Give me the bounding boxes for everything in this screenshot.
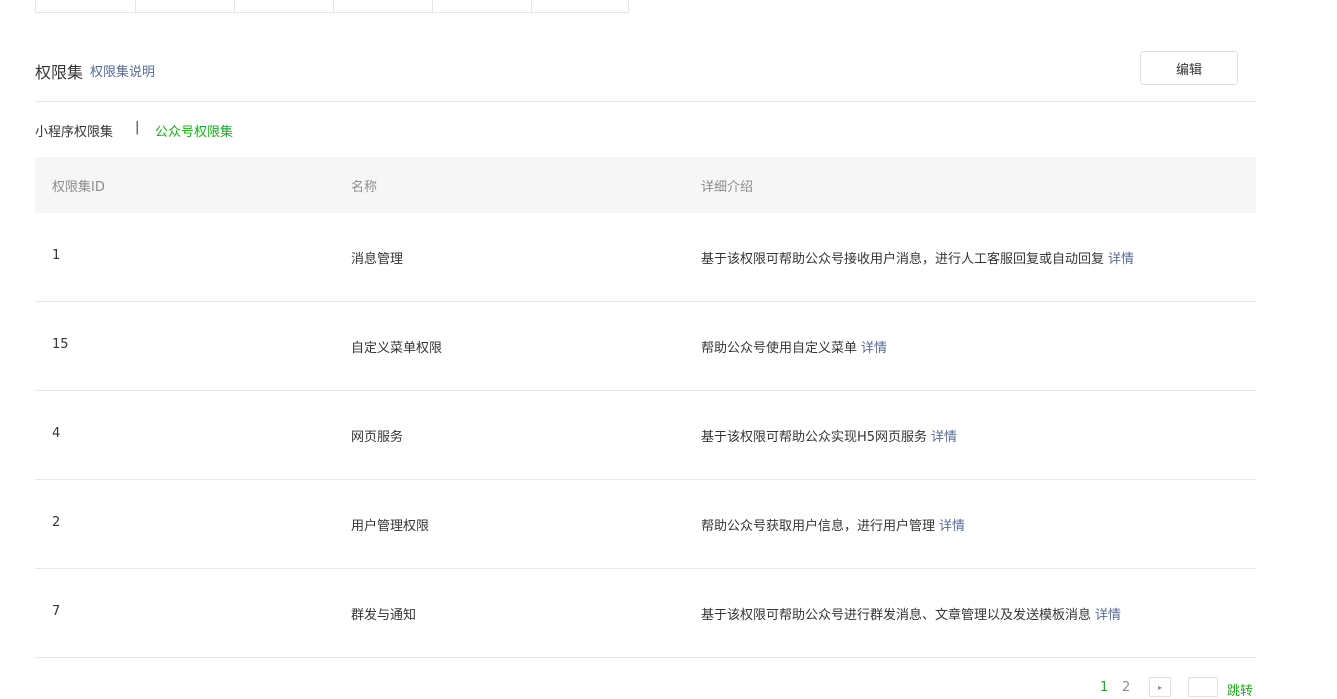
detail-link[interactable]: 详情 <box>1108 252 1134 267</box>
row-description: 帮助公众号获取用户信息，进行用户管理 详情 <box>701 515 965 534</box>
tab-separator: | <box>135 120 140 135</box>
row-description: 基于该权限可帮助公众号接收用户消息，进行人工客服回复或自动回复 详情 <box>701 248 1134 267</box>
table-row: 7 群发与通知 基于该权限可帮助公众号进行群发消息、文章管理以及发送模板消息 详情 <box>35 569 1256 658</box>
row-name: 群发与通知 <box>351 608 417 623</box>
row-id: 7 <box>52 604 61 619</box>
row-description-text: 基于该权限可帮助公众号进行群发消息、文章管理以及发送模板消息 <box>701 608 1092 623</box>
jump-button[interactable]: 跳转 <box>1227 680 1253 699</box>
row-name: 网页服务 <box>351 430 404 445</box>
next-page-button[interactable]: ▸ <box>1149 677 1171 697</box>
row-description-text: 基于该权限可帮助公众号接收用户消息，进行人工客服回复或自动回复 <box>701 252 1105 267</box>
table-row: 2 用户管理权限 帮助公众号获取用户信息，进行用户管理 详情 <box>35 480 1256 569</box>
chevron-right-icon: ▸ <box>1157 683 1162 692</box>
edit-button[interactable]: 编辑 <box>1140 51 1238 85</box>
table-column-divider <box>432 0 433 12</box>
row-id: 1 <box>52 248 61 263</box>
table-row: 1 消息管理 基于该权限可帮助公众号接收用户消息，进行人工客服回复或自动回复 详情 <box>35 213 1256 302</box>
row-name: 消息管理 <box>351 252 404 267</box>
table-row: 15 自定义菜单权限 帮助公众号使用自定义菜单 详情 <box>35 302 1256 391</box>
row-description: 基于该权限可帮助公众实现H5网页服务 详情 <box>701 426 957 445</box>
row-description-text: 基于该权限可帮助公众实现H5网页服务 <box>701 430 928 445</box>
row-id: 15 <box>52 337 69 352</box>
table-column-divider <box>234 0 235 12</box>
row-name: 用户管理权限 <box>351 519 430 534</box>
row-description-text: 帮助公众号获取用户信息，进行用户管理 <box>701 519 936 534</box>
detail-link[interactable]: 详情 <box>861 341 887 356</box>
permission-table: 权限集ID 名称 详细介绍 1 消息管理 基于该权限可帮助公众号接收用户消息，进… <box>35 157 1256 658</box>
previous-table-bottom <box>35 0 629 13</box>
row-description-text: 帮助公众号使用自定义菜单 <box>701 341 858 356</box>
detail-link[interactable]: 详情 <box>1095 608 1121 623</box>
detail-link[interactable]: 详情 <box>931 430 957 445</box>
row-id: 4 <box>52 426 61 441</box>
row-description: 帮助公众号使用自定义菜单 详情 <box>701 337 887 356</box>
header-id: 权限集ID <box>52 180 105 195</box>
row-id: 2 <box>52 515 61 530</box>
table-column-divider <box>531 0 532 12</box>
permission-section-header: 权限集 权限集说明 编辑 <box>35 50 1256 102</box>
table-row: 4 网页服务 基于该权限可帮助公众实现H5网页服务 详情 <box>35 391 1256 480</box>
page-2-link[interactable]: 2 <box>1122 680 1130 695</box>
section-title: 权限集 <box>35 63 84 82</box>
detail-link[interactable]: 详情 <box>939 519 965 534</box>
page-jump-input[interactable] <box>1188 677 1218 697</box>
header-name: 名称 <box>351 180 378 195</box>
table-column-divider <box>333 0 334 12</box>
page-1-link[interactable]: 1 <box>1100 680 1108 695</box>
tab-official-account-permissions[interactable]: 公众号权限集 <box>155 121 233 140</box>
row-name: 自定义菜单权限 <box>351 341 443 356</box>
header-description: 详细介绍 <box>701 180 754 195</box>
row-description: 基于该权限可帮助公众号进行群发消息、文章管理以及发送模板消息 详情 <box>701 604 1121 623</box>
tab-miniprogram-permissions[interactable]: 小程序权限集 <box>35 121 113 140</box>
table-header: 权限集ID 名称 详细介绍 <box>35 157 1256 213</box>
table-column-divider <box>135 0 136 12</box>
permission-help-link[interactable]: 权限集说明 <box>90 61 155 80</box>
